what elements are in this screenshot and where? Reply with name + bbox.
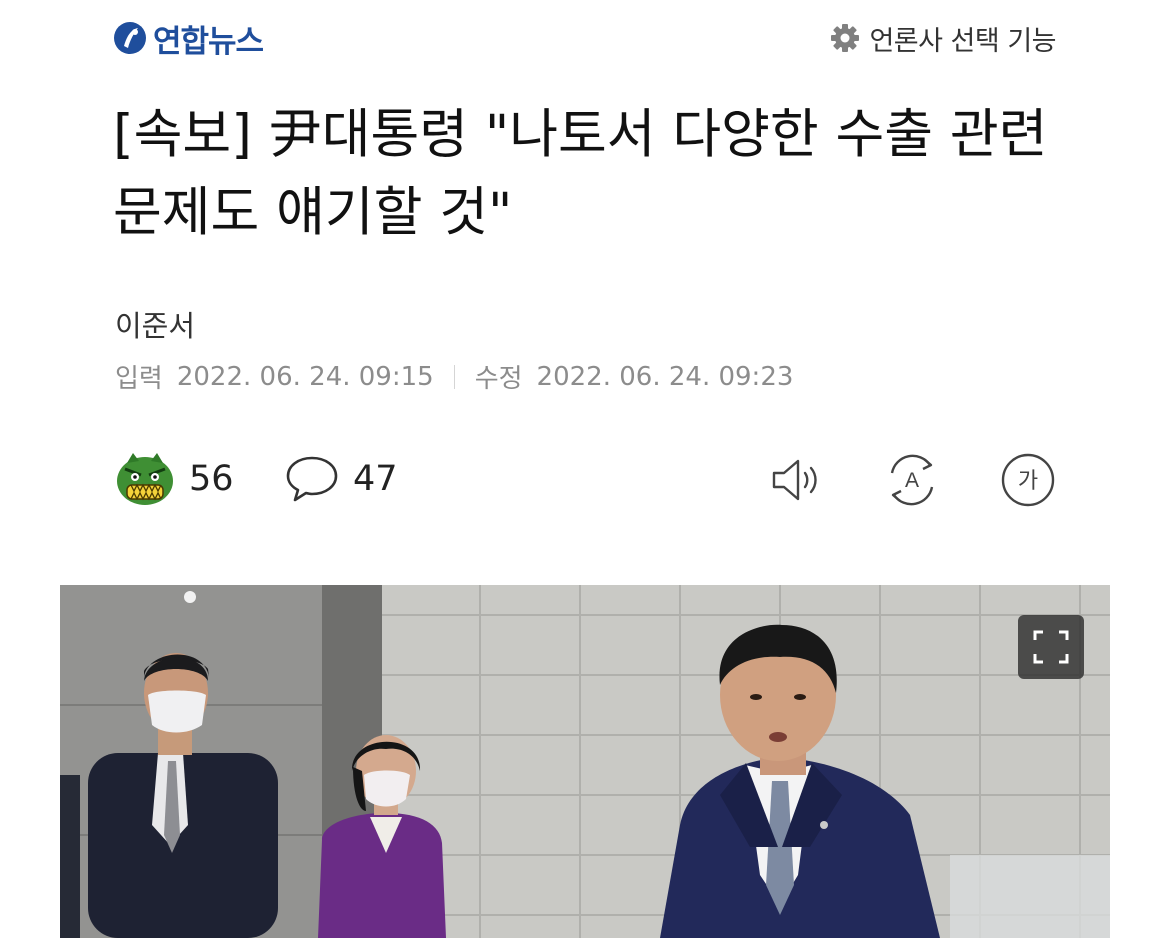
brand-name: 연합뉴스 (153, 23, 264, 60)
top-bar: 연합뉴스 언론사 선택 기능 (0, 0, 1170, 80)
translate-button[interactable]: A (883, 451, 941, 509)
font-size-button[interactable]: 가 (999, 451, 1057, 509)
angry-face-reaction-icon (117, 453, 173, 505)
speech-bubble-icon (286, 456, 338, 502)
news-photo-illustration (60, 585, 1110, 938)
article-headline: [속보] 尹대통령 "나토서 다양한 수출 관련 문제도 얘기할 것" (113, 104, 1048, 243)
modified-time: 2022. 06. 24. 09:23 (536, 361, 794, 392)
press-select-button[interactable]: 언론사 선택 기능 (829, 18, 1056, 58)
fullscreen-icon (1033, 630, 1069, 664)
font-size-icon: 가 (1001, 453, 1055, 507)
reaction-count: 56 (189, 459, 234, 499)
svg-text:A: A (905, 469, 919, 492)
reaction-button[interactable]: 56 (113, 449, 234, 509)
published-time: 2022. 06. 24. 09:15 (176, 361, 434, 392)
article-actions: 56 47 A 가 (0, 445, 1170, 515)
press-select-label: 언론사 선택 기능 (869, 25, 1056, 57)
comment-count: 47 (353, 459, 398, 499)
brand-logo-link[interactable]: 연합뉴스 (113, 18, 264, 60)
yonhap-logo-icon (114, 22, 146, 54)
comments-button[interactable]: 47 (283, 453, 398, 505)
article-photo[interactable] (60, 585, 1110, 938)
article-dates: 입력 2022. 06. 24. 09:15 수정 2022. 06. 24. … (115, 358, 793, 395)
date-divider (453, 364, 455, 389)
article-author[interactable]: 이준서 (115, 303, 195, 345)
svg-text:가: 가 (1018, 469, 1038, 494)
published-label: 입력 (115, 364, 163, 394)
fullscreen-button[interactable] (1018, 615, 1084, 679)
listen-button[interactable] (768, 451, 826, 509)
gear-icon (831, 24, 860, 52)
translate-icon: A (890, 454, 934, 506)
speaker-icon (772, 459, 817, 501)
modified-label: 수정 (474, 364, 523, 394)
